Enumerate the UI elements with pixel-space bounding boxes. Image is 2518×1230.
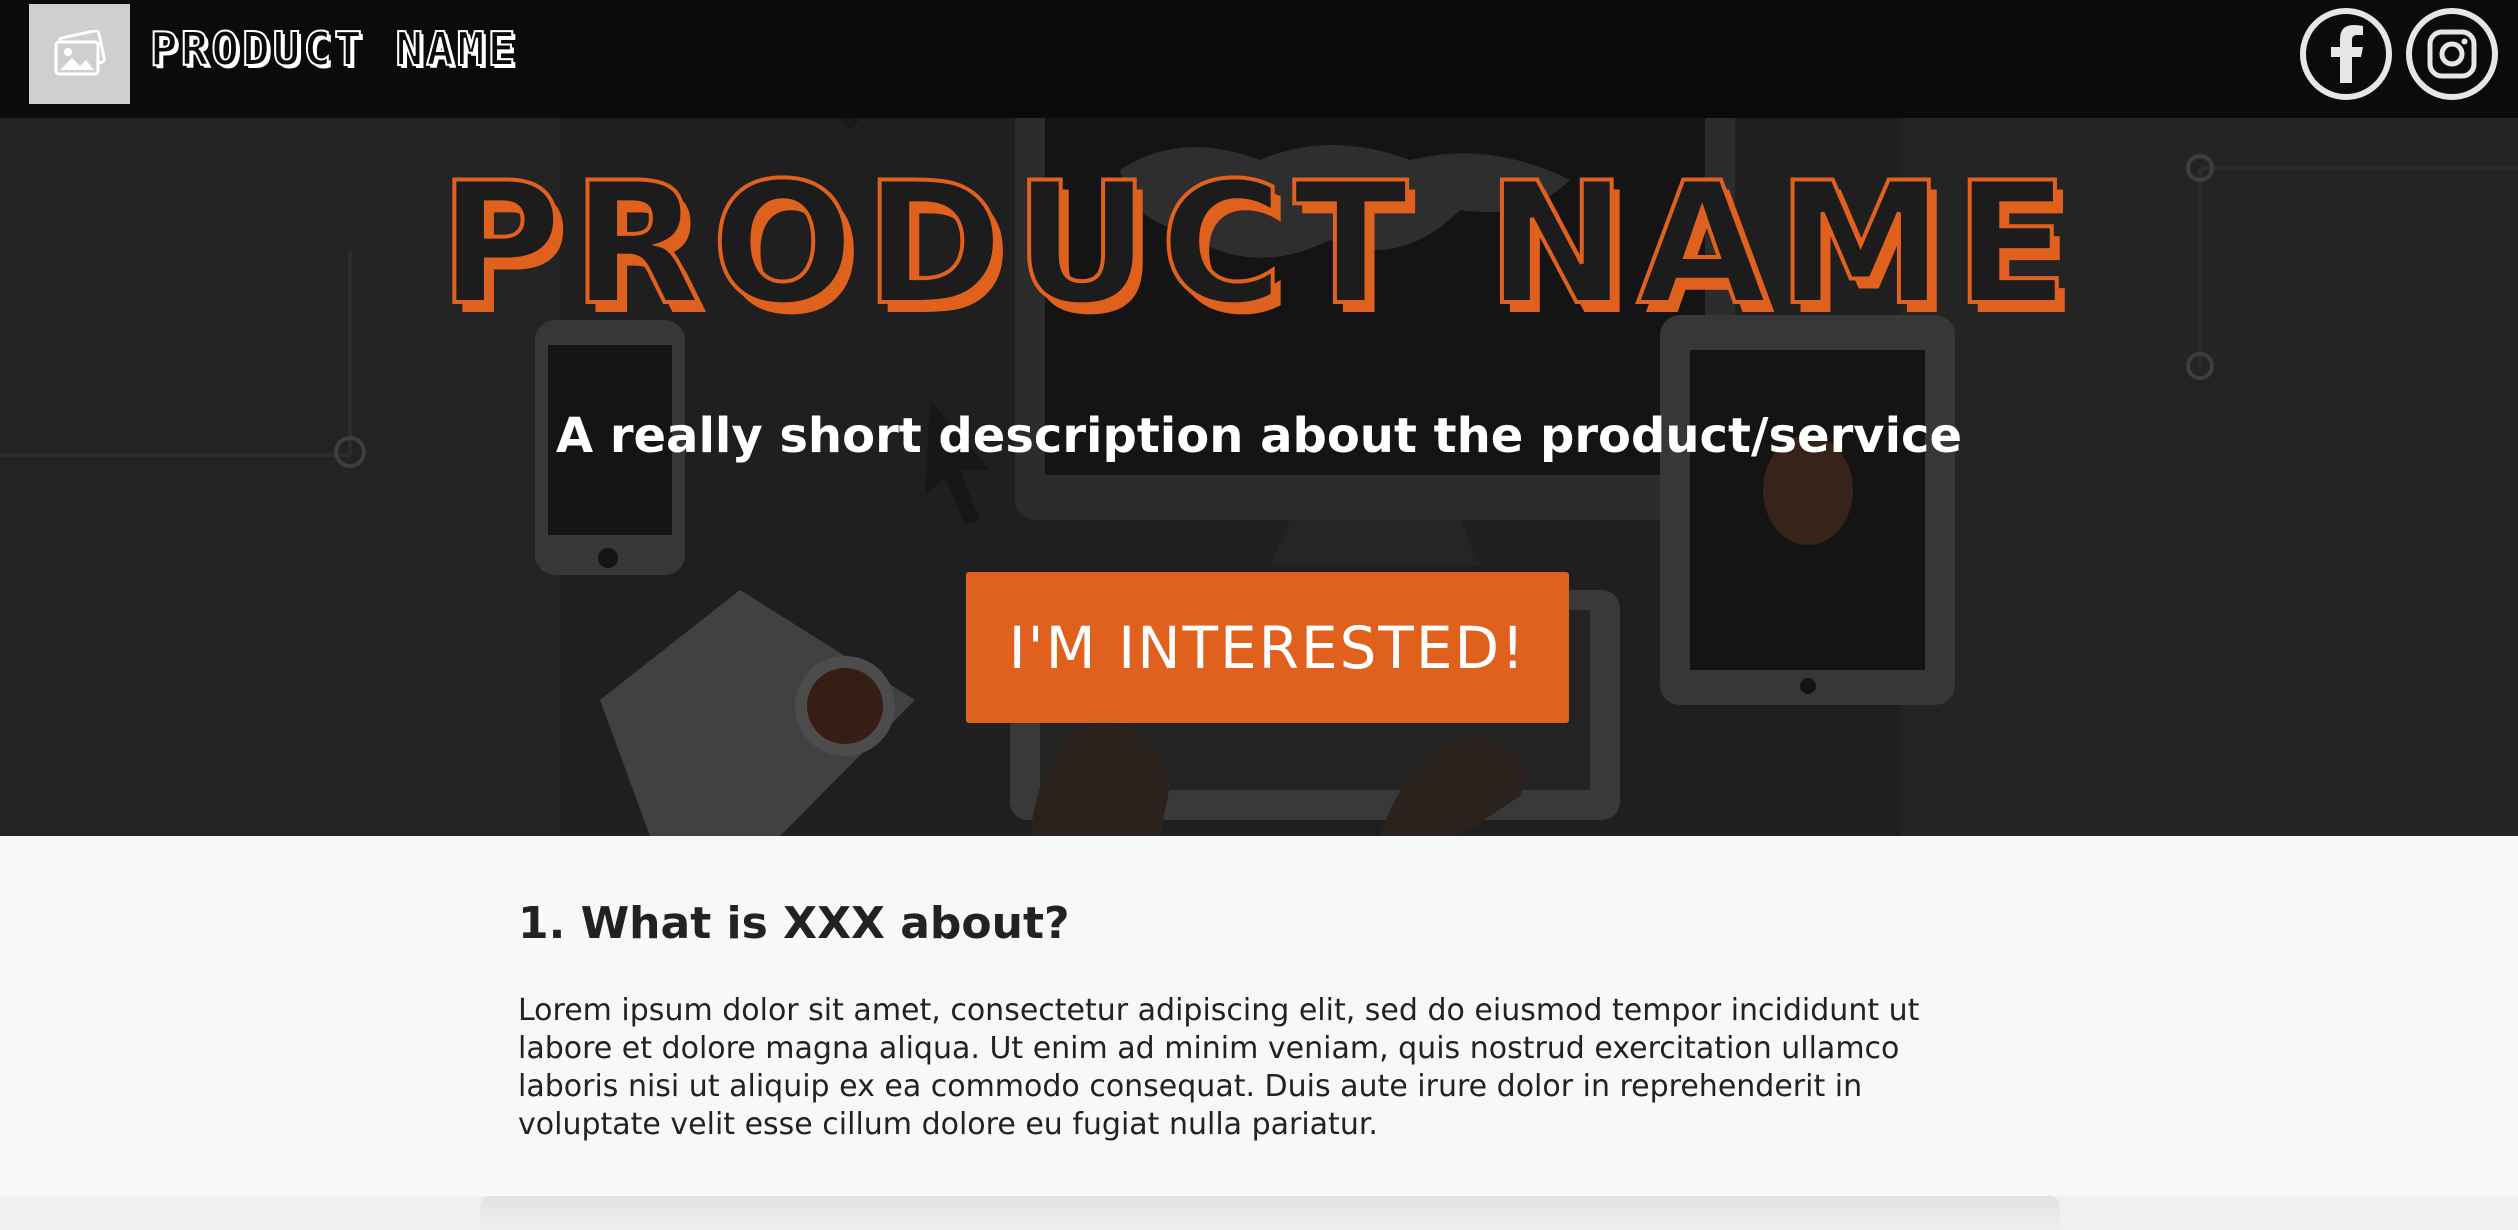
facebook-icon (2331, 25, 2363, 83)
logo[interactable] (29, 4, 130, 104)
instagram-link[interactable] (2406, 8, 2498, 100)
hero-title: PRODUCT NAME (437, 146, 2080, 342)
facebook-link[interactable] (2300, 8, 2392, 100)
about-section: 1. What is XXX about? Lorem ipsum dolor … (0, 836, 2518, 1196)
im-interested-button[interactable]: I'M INTERESTED! (966, 572, 1569, 723)
top-navigation-bar: PRODUCT NAME (0, 0, 2518, 118)
hero-section: PRODUCT NAME A really short description … (0, 0, 2518, 836)
hero-subtitle: A really short description about the pro… (555, 408, 1963, 464)
next-card (480, 1196, 2060, 1230)
instagram-icon (2427, 29, 2477, 79)
image-icon (54, 30, 106, 76)
section-heading: 1. What is XXX about? (518, 898, 1070, 949)
brand-name[interactable]: PRODUCT NAME (149, 25, 518, 73)
next-section-edge (0, 1196, 2518, 1230)
section-body-text: Lorem ipsum dolor sit amet, consectetur … (518, 993, 1920, 1142)
